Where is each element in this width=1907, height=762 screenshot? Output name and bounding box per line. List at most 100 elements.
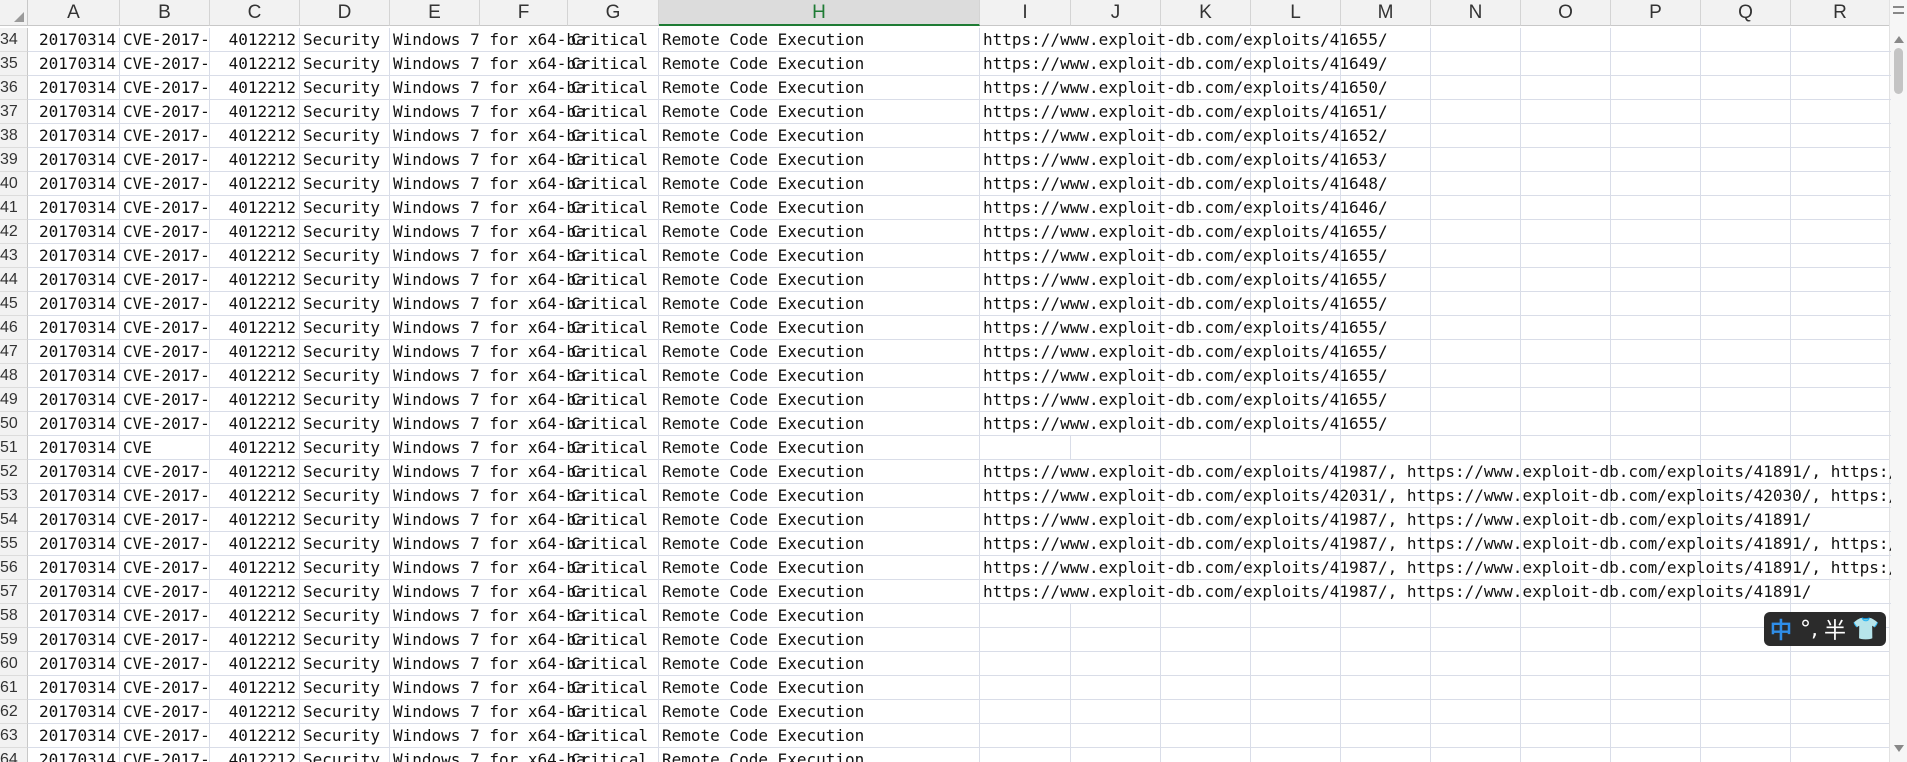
cell-d[interactable]: Security U	[300, 52, 390, 76]
cell-a[interactable]: 20170314	[28, 124, 120, 148]
cell-h[interactable]: Remote Code Execution	[659, 580, 980, 604]
cell-b[interactable]: CVE-2017-0	[120, 244, 210, 268]
cell-e[interactable]: Windows 7 for x64-ba	[390, 76, 586, 100]
cell-c[interactable]: 4012212	[210, 724, 300, 748]
cell-d[interactable]: Security U	[300, 76, 390, 100]
cell-b[interactable]: CVE-2017-0	[120, 556, 210, 580]
cell-e[interactable]: Windows 7 for x64-ba	[390, 268, 586, 292]
cell-c[interactable]: 4012212	[210, 220, 300, 244]
cell-h[interactable]: Remote Code Execution	[659, 76, 980, 100]
cell-m[interactable]	[1341, 724, 1431, 748]
cell-o[interactable]	[1521, 436, 1611, 460]
cell-i[interactable]	[980, 748, 1071, 762]
cell-a[interactable]: 20170314	[28, 28, 120, 52]
cell-b[interactable]: CVE-2017-0	[120, 532, 210, 556]
cell-c[interactable]: 4012212	[210, 604, 300, 628]
cell-d[interactable]: Security U	[300, 316, 390, 340]
column-header-j[interactable]: J	[1071, 0, 1161, 26]
cell-d[interactable]: Security U	[300, 700, 390, 724]
cell-i[interactable]: https://www.exploit-db.com/exploits/4165…	[980, 316, 1891, 340]
cell-p[interactable]	[1611, 436, 1701, 460]
row-header[interactable]: 58	[0, 604, 28, 628]
cell-h[interactable]: Remote Code Execution	[659, 460, 980, 484]
cell-c[interactable]: 4012212	[210, 460, 300, 484]
cell-h[interactable]: Remote Code Execution	[659, 652, 980, 676]
cell-c[interactable]: 4012212	[210, 172, 300, 196]
cell-j[interactable]	[1071, 700, 1161, 724]
row-header[interactable]: 53	[0, 484, 28, 508]
cell-p[interactable]	[1611, 604, 1701, 628]
cell-p[interactable]	[1611, 700, 1701, 724]
cell-b[interactable]: CVE-2017-0	[120, 700, 210, 724]
cell-h[interactable]: Remote Code Execution	[659, 364, 980, 388]
column-header-l[interactable]: L	[1251, 0, 1341, 26]
cell-r[interactable]	[1791, 652, 1890, 676]
cell-b[interactable]: CVE-2017-0	[120, 388, 210, 412]
ime-skin-icon[interactable]: 👕	[1852, 617, 1879, 642]
cell-h[interactable]: Remote Code Execution	[659, 484, 980, 508]
cell-a[interactable]: 20170314	[28, 148, 120, 172]
cell-e[interactable]: Windows 7 for x64-ba	[390, 148, 586, 172]
cell-b[interactable]: CVE-2017-0	[120, 148, 210, 172]
cell-o[interactable]	[1521, 676, 1611, 700]
cell-d[interactable]: Security U	[300, 268, 390, 292]
cell-b[interactable]: CVE-2017-0	[120, 220, 210, 244]
cell-i[interactable]: https://www.exploit-db.com/exploits/4165…	[980, 268, 1891, 292]
cell-d[interactable]: Security U	[300, 436, 390, 460]
cell-e[interactable]: Windows 7 for x64-ba	[390, 28, 586, 52]
cell-n[interactable]	[1431, 604, 1521, 628]
cell-h[interactable]: Remote Code Execution	[659, 604, 980, 628]
cell-c[interactable]: 4012212	[210, 412, 300, 436]
cell-d[interactable]: Security U	[300, 340, 390, 364]
cell-r[interactable]	[1791, 724, 1890, 748]
column-header-p[interactable]: P	[1611, 0, 1701, 26]
cell-i[interactable]: https://www.exploit-db.com/exploits/4165…	[980, 364, 1891, 388]
row-header[interactable]: 40	[0, 172, 28, 196]
row-header[interactable]: 49	[0, 388, 28, 412]
cell-n[interactable]	[1431, 628, 1521, 652]
cell-j[interactable]	[1071, 724, 1161, 748]
cell-e[interactable]: Windows 7 for x64-ba	[390, 316, 586, 340]
cell-e[interactable]: Windows 7 for x64-ba	[390, 748, 586, 762]
row-header[interactable]: 52	[0, 460, 28, 484]
cell-a[interactable]: 20170314	[28, 436, 120, 460]
cell-i[interactable]	[980, 724, 1071, 748]
cell-d[interactable]: Security U	[300, 364, 390, 388]
row-header[interactable]: 36	[0, 76, 28, 100]
column-header-h[interactable]: H	[659, 0, 980, 26]
cell-h[interactable]: Remote Code Execution	[659, 28, 980, 52]
row-header[interactable]: 39	[0, 148, 28, 172]
cell-q[interactable]	[1701, 652, 1791, 676]
cell-h[interactable]: Remote Code Execution	[659, 196, 980, 220]
cell-i[interactable]: https://www.exploit-db.com/exploits/4198…	[980, 556, 1891, 580]
cell-a[interactable]: 20170314	[28, 364, 120, 388]
cell-i[interactable]: https://www.exploit-db.com/exploits/4164…	[980, 52, 1891, 76]
cell-h[interactable]: Remote Code Execution	[659, 340, 980, 364]
row-header[interactable]: 51	[0, 436, 28, 460]
cell-m[interactable]	[1341, 652, 1431, 676]
cell-p[interactable]	[1611, 628, 1701, 652]
cell-i[interactable]: https://www.exploit-db.com/exploits/4164…	[980, 172, 1891, 196]
cell-i[interactable]: https://www.exploit-db.com/exploits/4165…	[980, 412, 1891, 436]
ime-punctuation-toggle[interactable]: °,	[1800, 617, 1818, 642]
cell-p[interactable]	[1611, 652, 1701, 676]
cell-h[interactable]: Remote Code Execution	[659, 52, 980, 76]
cell-m[interactable]	[1341, 748, 1431, 762]
ime-mode-indicator[interactable]: 中	[1770, 613, 1792, 645]
cell-c[interactable]: 4012212	[210, 700, 300, 724]
cell-o[interactable]	[1521, 652, 1611, 676]
cell-e[interactable]: Windows 7 for x64-ba	[390, 220, 586, 244]
row-header[interactable]: 38	[0, 124, 28, 148]
cell-d[interactable]: Security U	[300, 412, 390, 436]
cell-e[interactable]: Windows 7 for x64-ba	[390, 196, 586, 220]
cell-d[interactable]: Security U	[300, 244, 390, 268]
column-header-k[interactable]: K	[1161, 0, 1251, 26]
cell-l[interactable]	[1251, 748, 1341, 762]
cell-i[interactable]: https://www.exploit-db.com/exploits/4165…	[980, 244, 1891, 268]
cell-a[interactable]: 20170314	[28, 676, 120, 700]
row-header[interactable]: 61	[0, 676, 28, 700]
cell-r[interactable]	[1791, 700, 1890, 724]
cell-a[interactable]: 20170314	[28, 388, 120, 412]
cell-i[interactable]: https://www.exploit-db.com/exploits/4203…	[980, 484, 1891, 508]
cell-m[interactable]	[1341, 676, 1431, 700]
